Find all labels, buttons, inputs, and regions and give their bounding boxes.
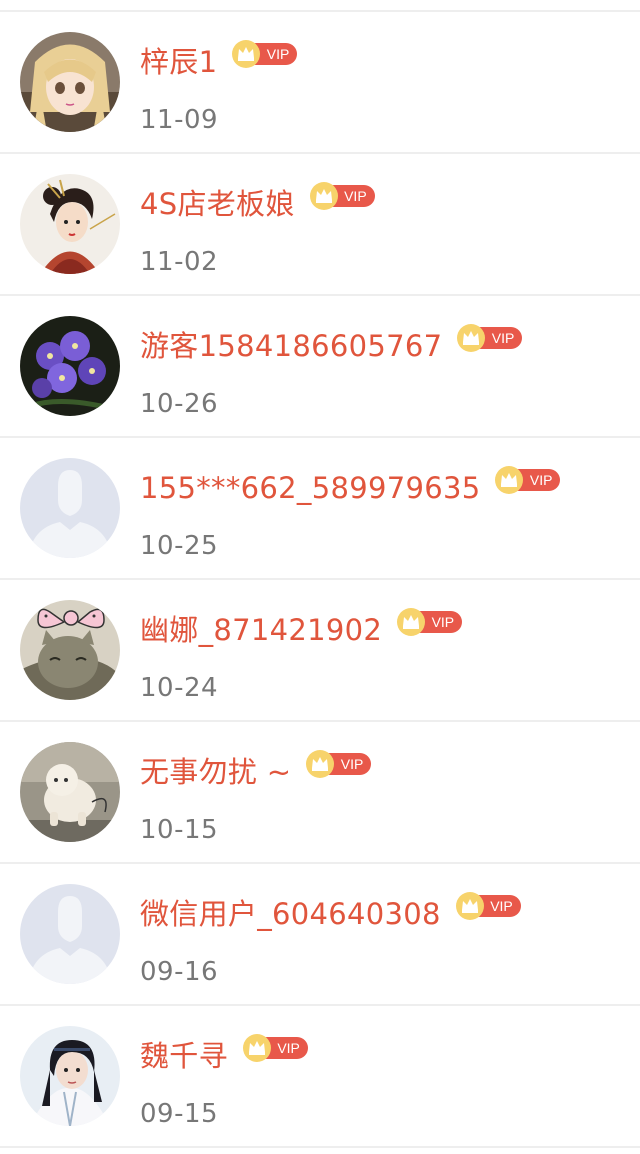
list-item[interactable]: 微信用户_604640308 VIP 09-16 bbox=[0, 864, 640, 1006]
date: 10-24 bbox=[140, 673, 219, 703]
crown-icon bbox=[232, 40, 261, 68]
avatar[interactable] bbox=[20, 742, 120, 842]
user-list: 梓辰1 VIP 11-09 4S店老板娘 VIP 11-02 游客1584186… bbox=[0, 0, 640, 1154]
name-line: 魏千寻 VIP bbox=[140, 1034, 308, 1078]
user-name[interactable]: 游客1584186605767 bbox=[140, 324, 442, 368]
costume-man-avatar-icon bbox=[20, 1026, 120, 1126]
purple-flowers-avatar-icon bbox=[20, 316, 120, 416]
avatar[interactable] bbox=[20, 316, 120, 416]
user-name[interactable]: 4S店老板娘 bbox=[140, 182, 295, 226]
name-line: 155***662_589979635 VIP bbox=[140, 465, 561, 510]
name-line: 幽娜_871421902 VIP bbox=[140, 607, 463, 652]
vip-badge: VIP bbox=[305, 749, 372, 779]
avatar[interactable] bbox=[20, 884, 120, 984]
painted-lady-avatar-icon bbox=[20, 174, 120, 274]
vip-badge: VIP bbox=[242, 1033, 308, 1063]
user-name[interactable]: 魏千寻 bbox=[140, 1034, 228, 1078]
crown-icon bbox=[242, 1034, 271, 1062]
default-person-avatar-icon bbox=[20, 884, 120, 984]
anime-girl-avatar-icon bbox=[20, 32, 120, 132]
user-name[interactable]: 微信用户_604640308 bbox=[140, 892, 441, 936]
user-name[interactable]: 幽娜_871421902 bbox=[140, 608, 382, 652]
crown-icon bbox=[495, 466, 524, 494]
list-item[interactable]: 4S店老板娘 VIP 11-02 bbox=[0, 154, 640, 296]
avatar[interactable] bbox=[20, 458, 120, 558]
date: 10-15 bbox=[140, 815, 219, 845]
avatar[interactable] bbox=[20, 600, 120, 700]
list-item[interactable]: 梓辰1 VIP 11-09 bbox=[0, 12, 640, 154]
user-name[interactable]: 梓辰1 bbox=[140, 40, 217, 84]
vip-badge: VIP bbox=[494, 465, 561, 495]
name-line: 无事勿扰 ~ VIP bbox=[140, 749, 372, 794]
list-item[interactable]: 幽娜_871421902 VIP 10-24 bbox=[0, 580, 640, 722]
list-item[interactable]: 无事勿扰 ~ VIP 10-15 bbox=[0, 722, 640, 864]
name-line: 4S店老板娘 VIP bbox=[140, 182, 375, 226]
crown-icon bbox=[309, 182, 338, 210]
avatar[interactable] bbox=[20, 174, 120, 274]
vip-badge: VIP bbox=[231, 39, 298, 69]
name-line: 游客1584186605767 VIP bbox=[140, 323, 523, 368]
date: 10-26 bbox=[140, 389, 219, 419]
list-item[interactable]: 魏千寻 VIP 09-15 bbox=[0, 1006, 640, 1148]
user-name[interactable]: 无事勿扰 ~ bbox=[140, 750, 291, 794]
date: 11-09 bbox=[140, 105, 219, 135]
name-line: 梓辰1 VIP bbox=[140, 39, 298, 84]
vip-badge: VIP bbox=[309, 181, 375, 211]
crown-icon bbox=[457, 324, 486, 352]
list-item[interactable]: 游客1584186605767 VIP 10-26 bbox=[0, 296, 640, 438]
user-name[interactable]: 155***662_589979635 bbox=[140, 466, 480, 510]
vip-badge: VIP bbox=[455, 891, 521, 921]
avatar[interactable] bbox=[20, 1026, 120, 1126]
white-puppy-avatar-icon bbox=[20, 742, 120, 842]
crown-icon bbox=[455, 892, 484, 920]
date: 11-02 bbox=[140, 247, 219, 277]
vip-badge: VIP bbox=[456, 323, 523, 353]
date: 09-16 bbox=[140, 957, 219, 987]
cat-with-bow-avatar-icon bbox=[20, 600, 120, 700]
vip-badge: VIP bbox=[396, 607, 463, 637]
crown-icon bbox=[306, 750, 335, 778]
avatar[interactable] bbox=[20, 32, 120, 132]
list-item[interactable]: 155***662_589979635 VIP 10-25 bbox=[0, 438, 640, 580]
default-person-avatar-icon bbox=[20, 458, 120, 558]
date: 09-15 bbox=[140, 1099, 219, 1129]
crown-icon bbox=[397, 608, 426, 636]
name-line: 微信用户_604640308 VIP bbox=[140, 892, 521, 936]
date: 10-25 bbox=[140, 531, 219, 561]
